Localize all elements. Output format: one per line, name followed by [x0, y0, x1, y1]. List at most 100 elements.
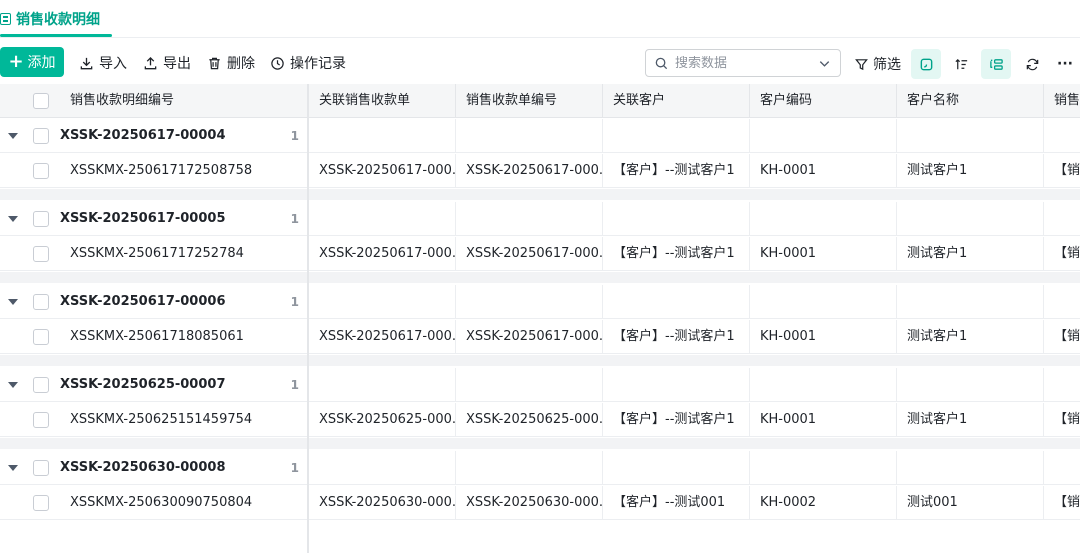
- group-header-row[interactable]: XSSK-20250630-00008 1: [0, 451, 1080, 485]
- cell-receipt-order[interactable]: XSSK-20250617-000...: [309, 237, 456, 271]
- column-header-receipt-number[interactable]: 销售收款单编号: [456, 84, 603, 118]
- cell-customer-name[interactable]: 测试客户1: [897, 237, 1044, 271]
- cell-receipt-order[interactable]: XSSK-20250617-000...: [309, 320, 456, 354]
- table-row[interactable]: XSSKMX-250625151459754 XSSK-20250625-000.…: [0, 403, 1080, 437]
- group-checkbox[interactable]: [33, 294, 49, 310]
- cell-receipt-number[interactable]: XSSK-20250617-000...: [456, 320, 603, 354]
- cell-customer-code[interactable]: KH-0001: [750, 320, 897, 354]
- cell-customer-name[interactable]: 测试001: [897, 486, 1044, 520]
- group-count: 1: [290, 295, 299, 309]
- sort-button[interactable]: [946, 49, 976, 79]
- group-separator: [0, 272, 1080, 283]
- cell-customer-code[interactable]: KH-0001: [750, 154, 897, 188]
- column-header-customer-name[interactable]: 客户名称: [897, 84, 1044, 118]
- cell-customer[interactable]: 【客户】--测试001: [603, 486, 750, 520]
- upload-icon: [143, 56, 158, 71]
- caret-down-icon[interactable]: [8, 465, 18, 471]
- cell-sales[interactable]: 【销: [1044, 486, 1080, 520]
- row-checkbox[interactable]: [33, 246, 49, 262]
- cell-detail-id[interactable]: XSSKMX-25061718085061: [60, 320, 307, 354]
- table-row[interactable]: XSSKMX-250630090750804 XSSK-20250630-000.…: [0, 486, 1080, 520]
- group-view-button[interactable]: [981, 49, 1011, 79]
- import-label: 导入: [99, 56, 127, 72]
- add-button[interactable]: + 添加: [0, 47, 64, 77]
- group-header-row[interactable]: XSSK-20250617-00005 1: [0, 202, 1080, 236]
- column-header-sales[interactable]: 销售: [1044, 84, 1080, 118]
- cell-receipt-number[interactable]: XSSK-20250617-000...: [456, 237, 603, 271]
- table-row[interactable]: XSSKMX-25061717252784 XSSK-20250617-000..…: [0, 237, 1080, 271]
- group-checkbox[interactable]: [33, 460, 49, 476]
- column-header-customer-code[interactable]: 客户编码: [750, 84, 897, 118]
- table-row[interactable]: XSSKMX-25061718085061 XSSK-20250617-000..…: [0, 320, 1080, 354]
- cell-customer[interactable]: 【客户】--测试客户1: [603, 154, 750, 188]
- cell-sales[interactable]: 【销: [1044, 237, 1080, 271]
- cell-customer[interactable]: 【客户】--测试客户1: [603, 237, 750, 271]
- group-checkbox[interactable]: [33, 377, 49, 393]
- cell-sales[interactable]: 【销: [1044, 403, 1080, 437]
- table-row[interactable]: XSSKMX-250617172508758 XSSK-20250617-000.…: [0, 154, 1080, 188]
- cell-sales[interactable]: 【销: [1044, 154, 1080, 188]
- column-header-customer[interactable]: 关联客户: [603, 84, 750, 118]
- group-empty-cell: [603, 119, 750, 153]
- more-button[interactable]: ···: [1052, 49, 1078, 79]
- group-header-row[interactable]: XSSK-20250625-00007 1: [0, 368, 1080, 402]
- group-header-row[interactable]: XSSK-20250617-00004 1: [0, 119, 1080, 153]
- group-empty-cell: [1044, 368, 1080, 402]
- cell-customer-name[interactable]: 测试客户1: [897, 154, 1044, 188]
- cell-receipt-number[interactable]: XSSK-20250617-000...: [456, 154, 603, 188]
- cell-receipt-number[interactable]: XSSK-20250625-000...: [456, 403, 603, 437]
- delete-button[interactable]: 删除: [207, 52, 255, 74]
- group-separator: [0, 355, 1080, 366]
- search-box[interactable]: [645, 49, 841, 77]
- row-checkbox[interactable]: [33, 495, 49, 511]
- group-empty-cell: [897, 451, 1044, 485]
- tab-sales-receipt-detail[interactable]: 销售收款明细: [0, 0, 114, 38]
- caret-down-icon[interactable]: [8, 133, 18, 139]
- group-title-text: XSSK-20250625-00007: [60, 377, 226, 392]
- group-checkbox[interactable]: [33, 211, 49, 227]
- caret-down-icon[interactable]: [8, 382, 18, 388]
- refresh-button[interactable]: [1017, 49, 1047, 79]
- group-empty-cell: [456, 119, 603, 153]
- filter-button[interactable]: 筛选: [854, 54, 901, 74]
- group-empty-cell: [603, 368, 750, 402]
- cell-customer-code[interactable]: KH-0001: [750, 237, 897, 271]
- column-header-receipt-order[interactable]: 关联销售收款单: [309, 84, 456, 118]
- cell-detail-id[interactable]: XSSKMX-250630090750804: [60, 486, 307, 520]
- group-count: 1: [290, 129, 299, 143]
- cell-sales[interactable]: 【销: [1044, 320, 1080, 354]
- caret-down-icon[interactable]: [8, 216, 18, 222]
- group-empty-cell: [309, 202, 456, 236]
- tab-active-indicator: [0, 34, 112, 37]
- column-header-detail-id[interactable]: 销售收款明细编号: [60, 84, 308, 118]
- card-view-button[interactable]: [911, 49, 941, 79]
- row-checkbox[interactable]: [33, 329, 49, 345]
- group-empty-cell: [1044, 119, 1080, 153]
- cell-receipt-number[interactable]: XSSK-20250630-000...: [456, 486, 603, 520]
- delete-label: 删除: [227, 56, 255, 72]
- select-all-checkbox[interactable]: [33, 93, 49, 109]
- search-input[interactable]: [675, 55, 815, 71]
- cell-receipt-order[interactable]: XSSK-20250630-000...: [309, 486, 456, 520]
- cell-detail-id[interactable]: XSSKMX-250617172508758: [60, 154, 307, 188]
- cell-receipt-order[interactable]: XSSK-20250625-000...: [309, 403, 456, 437]
- row-checkbox[interactable]: [33, 412, 49, 428]
- operation-log-button[interactable]: 操作记录: [270, 52, 346, 74]
- group-checkbox[interactable]: [33, 128, 49, 144]
- cell-customer[interactable]: 【客户】--测试客户1: [603, 320, 750, 354]
- cell-customer-code[interactable]: KH-0001: [750, 403, 897, 437]
- cell-customer[interactable]: 【客户】--测试客户1: [603, 403, 750, 437]
- cell-detail-id[interactable]: XSSKMX-25061717252784: [60, 237, 307, 271]
- export-button[interactable]: 导出: [143, 52, 191, 74]
- row-checkbox[interactable]: [33, 163, 49, 179]
- group-header-row[interactable]: XSSK-20250617-00006 1: [0, 285, 1080, 319]
- cell-customer-code[interactable]: KH-0002: [750, 486, 897, 520]
- cell-customer-name[interactable]: 测试客户1: [897, 403, 1044, 437]
- cell-detail-id[interactable]: XSSKMX-250625151459754: [60, 403, 307, 437]
- caret-down-icon[interactable]: [8, 299, 18, 305]
- chevron-down-icon[interactable]: [817, 56, 832, 71]
- toolbar: + 添加 导入 导出 删除 操作记录 搜索数据 筛选 ···: [0, 44, 1080, 82]
- cell-customer-name[interactable]: 测试客户1: [897, 320, 1044, 354]
- cell-receipt-order[interactable]: XSSK-20250617-000...: [309, 154, 456, 188]
- import-button[interactable]: 导入: [79, 52, 127, 74]
